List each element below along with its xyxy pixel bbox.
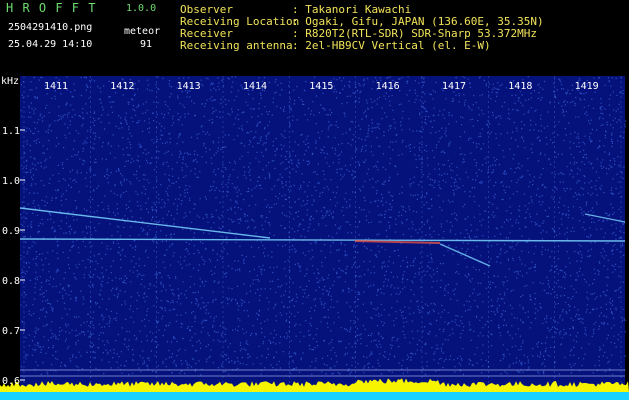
freq-tick-label: 1.1 — [2, 126, 20, 137]
time-tick-label: 1414 — [243, 81, 267, 92]
freq-tick-label: 0.6 — [2, 376, 20, 387]
time-tick-label: 1417 — [442, 81, 466, 92]
freq-tick-label: 0.9 — [2, 226, 20, 237]
freq-tick-label: 0.8 — [2, 276, 20, 287]
time-tick-label: 1418 — [508, 81, 532, 92]
frequency-axis-labels: 1.1 1.0 0.9 0.8 0.7 0.6 — [2, 126, 20, 387]
freq-tick-label: 0.7 — [2, 326, 20, 337]
time-tick-label: 1413 — [177, 81, 201, 92]
time-tick-label: 1416 — [376, 81, 400, 92]
time-tick-label: 1411 — [44, 81, 68, 92]
freq-tick-label: 1.0 — [2, 176, 20, 187]
time-tick-label: 1412 — [110, 81, 134, 92]
time-tick-label: 1419 — [575, 81, 599, 92]
time-tick-label: 1415 — [309, 81, 333, 92]
level-base — [0, 392, 629, 400]
spectrogram: kHz 1411 1412 1413 1414 1415 1416 1417 1418 1419… — [0, 76, 629, 400]
unit-label: kHz — [1, 76, 19, 87]
hrofft-window: H R O F F T 1.0.0 2504291410.png meteor … — [0, 0, 629, 400]
